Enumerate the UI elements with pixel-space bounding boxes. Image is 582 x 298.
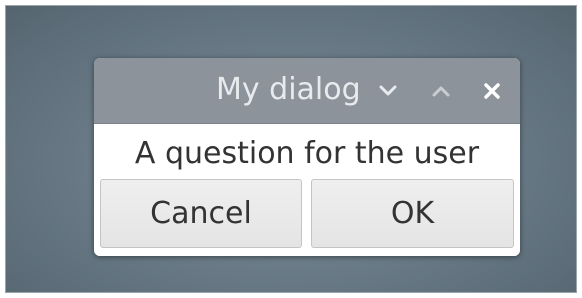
desktop-background: My dialog A question for the user Cancel…	[5, 5, 577, 293]
chevron-up-icon[interactable]	[427, 74, 455, 108]
chevron-down-icon[interactable]	[375, 74, 401, 108]
dialog-title: My dialog	[216, 72, 361, 107]
cancel-button[interactable]: Cancel	[100, 179, 302, 248]
dialog-titlebar[interactable]: My dialog	[94, 58, 520, 124]
dialog-window: My dialog A question for the user Cancel…	[94, 58, 520, 256]
dialog-content: A question for the user Cancel OK	[94, 124, 520, 256]
close-icon[interactable]	[478, 74, 506, 108]
ok-button[interactable]: OK	[311, 179, 514, 248]
dialog-message: A question for the user	[134, 136, 480, 171]
